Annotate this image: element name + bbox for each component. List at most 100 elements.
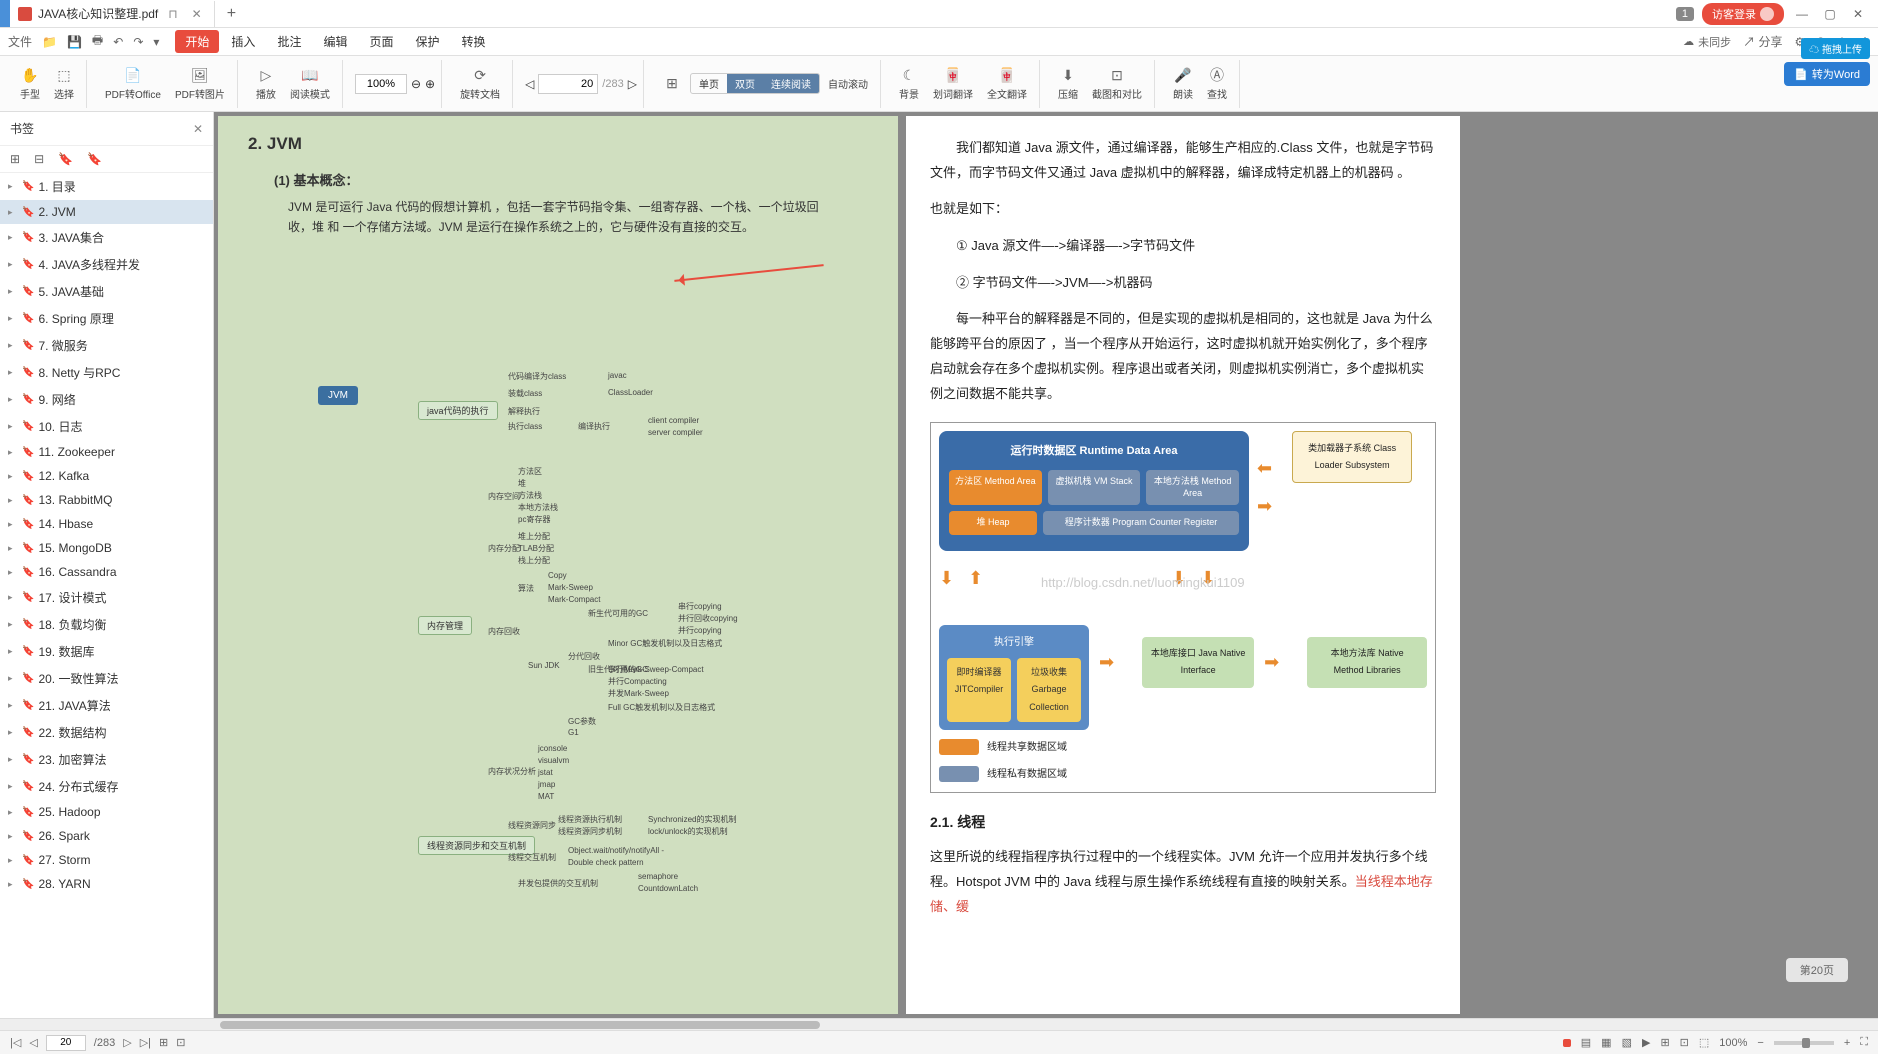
pin-icon[interactable]: ⊓ bbox=[164, 7, 181, 21]
prev-page-icon[interactable]: ◁ bbox=[525, 77, 534, 91]
bookmark-item[interactable]: ▸🔖8. Netty 与RPC bbox=[0, 359, 213, 386]
page-number-input[interactable] bbox=[538, 74, 598, 94]
fit-width[interactable]: ⊞ bbox=[656, 73, 688, 95]
close-window-icon[interactable]: ✕ bbox=[1848, 4, 1868, 24]
bookmark-item[interactable]: ▸🔖16. Cassandra bbox=[0, 560, 213, 584]
expand-icon[interactable]: ▸ bbox=[8, 495, 18, 506]
bookmark-item[interactable]: ▸🔖3. JAVA集合 bbox=[0, 224, 213, 251]
menu-tab-insert[interactable]: 插入 bbox=[221, 30, 265, 53]
add-tab-button[interactable]: + bbox=[215, 5, 248, 23]
expand-icon[interactable]: ▸ bbox=[8, 447, 18, 458]
view-mode-1-icon[interactable]: ▤ bbox=[1581, 1036, 1591, 1049]
bookmark-item[interactable]: ▸🔖27. Storm bbox=[0, 848, 213, 872]
expand-icon[interactable]: ▸ bbox=[8, 879, 18, 890]
expand-icon[interactable]: ▸ bbox=[8, 619, 18, 630]
play-button[interactable]: ▷播放 bbox=[250, 64, 282, 103]
document-tab[interactable]: JAVA核心知识整理.pdf ⊓ ✕ bbox=[10, 1, 215, 27]
bookmark-item[interactable]: ▸🔖20. 一致性算法 bbox=[0, 665, 213, 692]
bookmark-item[interactable]: ▸🔖21. JAVA算法 bbox=[0, 692, 213, 719]
first-page-icon[interactable]: |◁ bbox=[10, 1036, 21, 1049]
bookmark-item[interactable]: ▸🔖15. MongoDB bbox=[0, 536, 213, 560]
expand-icon[interactable]: ▸ bbox=[8, 727, 18, 738]
sidebar-close-icon[interactable]: ✕ bbox=[193, 122, 203, 136]
hand-tool[interactable]: ✋手型 bbox=[14, 64, 46, 103]
minimize-icon[interactable]: — bbox=[1792, 4, 1812, 24]
zoom-out-icon[interactable]: ⊖ bbox=[411, 77, 421, 91]
bookmark-item[interactable]: ▸🔖23. 加密算法 bbox=[0, 746, 213, 773]
bookmark-item[interactable]: ▸🔖25. Hadoop bbox=[0, 800, 213, 824]
bookmark-item[interactable]: ▸🔖26. Spark bbox=[0, 824, 213, 848]
expand-icon[interactable]: ▸ bbox=[8, 207, 18, 218]
next-page-icon[interactable]: ▷ bbox=[123, 1036, 131, 1049]
last-page-icon[interactable]: ▷| bbox=[140, 1036, 151, 1049]
bookmark-item[interactable]: ▸🔖12. Kafka bbox=[0, 464, 213, 488]
bookmark-item[interactable]: ▸🔖2. JVM bbox=[0, 200, 213, 224]
menu-tab-start[interactable]: 开始 bbox=[175, 30, 219, 53]
bookmark-item[interactable]: ▸🔖17. 设计模式 bbox=[0, 584, 213, 611]
zoom-out-icon[interactable]: − bbox=[1757, 1037, 1763, 1049]
view-continuous[interactable]: 连续阅读 bbox=[763, 74, 819, 93]
bookmark-item[interactable]: ▸🔖14. Hbase bbox=[0, 512, 213, 536]
view-double[interactable]: 双页 bbox=[727, 74, 763, 93]
view-single[interactable]: 单页 bbox=[691, 74, 727, 93]
bookmark-item[interactable]: ▸🔖11. Zookeeper bbox=[0, 440, 213, 464]
menu-tab-page[interactable]: 页面 bbox=[359, 30, 403, 53]
bookmark-item[interactable]: ▸🔖7. 微服务 bbox=[0, 332, 213, 359]
expand-icon[interactable]: ▸ bbox=[8, 592, 18, 603]
expand-icon[interactable]: ▸ bbox=[8, 471, 18, 482]
zoom-input[interactable] bbox=[355, 74, 407, 94]
expand-icon[interactable]: ▸ bbox=[8, 286, 18, 297]
play-slideshow-icon[interactable]: ▶ bbox=[1642, 1036, 1650, 1049]
bookmark-item[interactable]: ▸🔖6. Spring 原理 bbox=[0, 305, 213, 332]
full-translate[interactable]: 🀄全文翻译 bbox=[981, 64, 1033, 103]
bookmark-add-icon[interactable]: 🔖 bbox=[58, 152, 73, 166]
expand-icon[interactable]: ▸ bbox=[8, 259, 18, 270]
view-mode-3-icon[interactable]: ▧ bbox=[1622, 1036, 1632, 1049]
fit-icon[interactable]: ⬚ bbox=[1699, 1036, 1709, 1049]
dropdown-icon[interactable]: ▾ bbox=[153, 35, 159, 49]
bookmark-item[interactable]: ▸🔖1. 目录 bbox=[0, 173, 213, 200]
print-icon[interactable]: 🖶 bbox=[92, 31, 103, 52]
expand-icon[interactable]: ▸ bbox=[8, 673, 18, 684]
auto-scroll[interactable]: 自动滚动 bbox=[822, 74, 874, 93]
read-aloud[interactable]: 🎤朗读 bbox=[1167, 64, 1199, 103]
expand-icon[interactable]: ▸ bbox=[8, 567, 18, 578]
expand-icon[interactable]: ▸ bbox=[8, 831, 18, 842]
background-button[interactable]: ☾背景 bbox=[893, 64, 925, 103]
file-menu[interactable]: 文件 bbox=[8, 33, 32, 50]
bookmark-icon[interactable]: 🔖 bbox=[87, 152, 102, 166]
expand-icon[interactable]: ▸ bbox=[8, 340, 18, 351]
zoom-in-icon[interactable]: + bbox=[1844, 1037, 1850, 1049]
redo-icon[interactable]: ↷ bbox=[133, 35, 143, 49]
compress-button[interactable]: ⬇压缩 bbox=[1052, 64, 1084, 103]
expand-icon[interactable]: ▸ bbox=[8, 543, 18, 554]
expand-icon[interactable]: ▸ bbox=[8, 313, 18, 324]
bookmark-item[interactable]: ▸🔖9. 网络 bbox=[0, 386, 213, 413]
menu-tab-protect[interactable]: 保护 bbox=[405, 30, 449, 53]
bookmark-item[interactable]: ▸🔖13. RabbitMQ bbox=[0, 488, 213, 512]
maximize-icon[interactable]: ▢ bbox=[1820, 4, 1840, 24]
menu-tab-convert[interactable]: 转换 bbox=[452, 30, 496, 53]
convert-to-word-button[interactable]: 📄 转为Word bbox=[1784, 62, 1870, 86]
pick-translate[interactable]: 🀄划词翻译 bbox=[927, 64, 979, 103]
expand-icon[interactable]: ▸ bbox=[8, 367, 18, 378]
horizontal-scrollbar[interactable] bbox=[0, 1018, 1878, 1030]
expand-icon[interactable]: ▸ bbox=[8, 232, 18, 243]
document-viewport[interactable]: 2. JVM (1) 基本概念： JVM 是可运行 Java 代码的假想计算机 … bbox=[214, 112, 1878, 1018]
pdf-to-image[interactable]: 🖼PDF转图片 bbox=[169, 64, 231, 103]
layout-icon-2[interactable]: ⊡ bbox=[1680, 1036, 1689, 1049]
fullscreen-icon[interactable]: ⛶ bbox=[1860, 1036, 1868, 1049]
menu-tab-annotate[interactable]: 批注 bbox=[267, 30, 311, 53]
bookmark-item[interactable]: ▸🔖18. 负载均衡 bbox=[0, 611, 213, 638]
expand-icon[interactable]: ▸ bbox=[8, 807, 18, 818]
login-button[interactable]: 访客登录 bbox=[1702, 3, 1784, 25]
bookmark-item[interactable]: ▸🔖22. 数据结构 bbox=[0, 719, 213, 746]
zoom-slider[interactable] bbox=[1774, 1041, 1834, 1045]
sync-status[interactable]: ☁ 未同步 bbox=[1683, 34, 1731, 50]
expand-icon[interactable]: ▸ bbox=[8, 394, 18, 405]
bookmark-item[interactable]: ▸🔖4. JAVA多线程并发 bbox=[0, 251, 213, 278]
share-button[interactable]: ↗ 分享 bbox=[1743, 33, 1782, 50]
upload-drag-button[interactable]: ☁ 拖拽上传 bbox=[1801, 38, 1870, 59]
expand-icon[interactable]: ▸ bbox=[8, 646, 18, 657]
expand-icon[interactable]: ▸ bbox=[8, 754, 18, 765]
